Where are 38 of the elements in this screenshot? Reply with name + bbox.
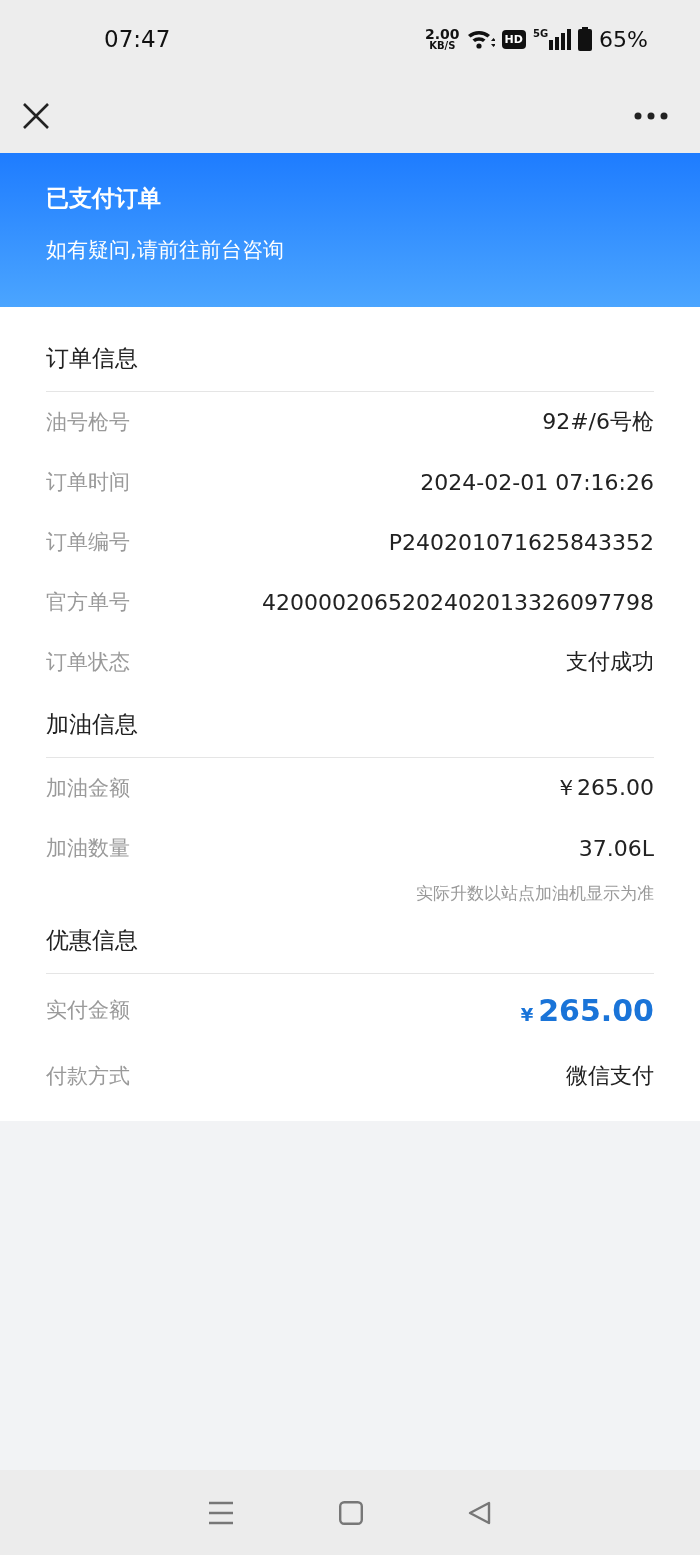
note-text: 实际升数以站点加油机显示为准 bbox=[416, 881, 654, 905]
battery-icon bbox=[578, 27, 593, 51]
more-icon[interactable] bbox=[634, 111, 668, 120]
field-label: 实付金额 bbox=[46, 997, 130, 1024]
banner-title: 已支付订单 bbox=[46, 184, 162, 213]
battery-level: 65% bbox=[599, 26, 648, 52]
field-value: ￥265.00 bbox=[555, 774, 654, 802]
banner-subtitle: 如有疑问,请前往前台咨询 bbox=[46, 237, 285, 264]
section-title: 订单信息 bbox=[46, 343, 138, 373]
field-label: 订单状态 bbox=[46, 649, 130, 676]
field-label: 付款方式 bbox=[46, 1063, 130, 1090]
field-value: P240201071625843352 bbox=[388, 529, 654, 555]
field-value: 37.06L bbox=[578, 835, 654, 861]
field-label: 订单时间 bbox=[46, 469, 130, 496]
hd-badge: HD bbox=[501, 29, 526, 49]
home-icon[interactable] bbox=[339, 1500, 363, 1525]
field-value: 支付成功 bbox=[566, 648, 654, 676]
speed-unit: KB/S bbox=[429, 41, 456, 51]
signal-icon bbox=[549, 28, 572, 50]
section-title: 优惠信息 bbox=[46, 926, 138, 955]
price-value: ¥ 265.00 bbox=[520, 992, 654, 1028]
field-value: 92#/6号枪 bbox=[542, 408, 654, 436]
field-label: 加油数量 bbox=[46, 835, 130, 862]
field-label: 油号枪号 bbox=[46, 409, 130, 436]
field-value: 微信支付 bbox=[566, 1062, 654, 1090]
section-title: 加油信息 bbox=[46, 710, 138, 739]
network-label: 5G bbox=[532, 28, 549, 39]
field-value: 4200002065202402013326097798 bbox=[262, 589, 654, 615]
field-label: 订单编号 bbox=[46, 529, 130, 556]
status-time: 07:47 bbox=[104, 26, 171, 52]
wifi-icon bbox=[466, 28, 495, 50]
field-value: 2024-02-01 07:16:26 bbox=[420, 469, 654, 495]
close-icon[interactable] bbox=[23, 102, 49, 129]
field-label: 官方单号 bbox=[46, 589, 130, 616]
speed-value: 2.00 bbox=[425, 27, 460, 41]
field-label: 加油金额 bbox=[46, 775, 130, 802]
back-icon[interactable] bbox=[468, 1500, 493, 1525]
menu-icon[interactable] bbox=[207, 1500, 234, 1525]
